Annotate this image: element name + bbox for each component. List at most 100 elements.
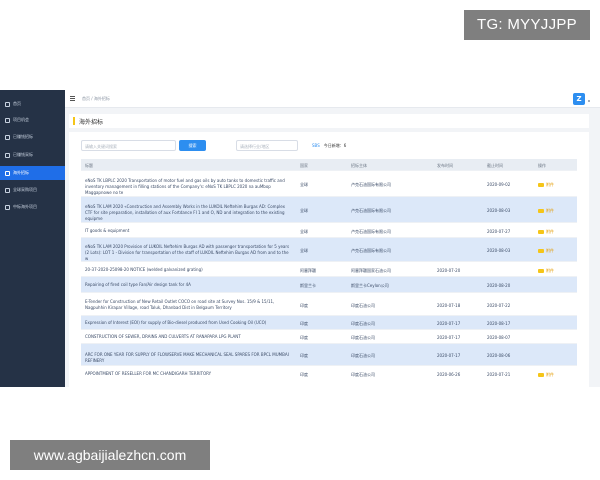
search-input[interactable]: 请输入关键词搜索 <box>81 140 176 151</box>
watermark-top: TG: MYYJJPP <box>464 10 590 40</box>
table-row[interactable]: E-Tender for Construction of New Retail … <box>81 292 577 315</box>
row-title[interactable]: Expression of Interest (EOI) for supply … <box>85 320 293 326</box>
title-accent <box>73 117 75 125</box>
sidebar-item-label: 全球采购项目 <box>13 187 37 192</box>
row-pub-date: 2020-07-20 <box>437 267 461 273</box>
row-country: 印度 <box>300 335 308 340</box>
table-row[interactable]: Expression of Interest (EOI) for supply … <box>81 315 577 329</box>
row-title[interactable]: 20-37-2020-25098-20 NOTICE (welded galva… <box>85 267 293 273</box>
row-title[interactable]: Repairing of fired coil type Fan/Air des… <box>85 282 293 288</box>
row-title[interactable]: ARC FOR ONE YEAR FOR SUPPLY OF FLOWSERVE… <box>85 352 293 364</box>
row-country: 印度 <box>300 321 308 326</box>
row-title[interactable]: APPOINTMENT OF RESELLER FOR MC CHANDIGAR… <box>85 371 293 377</box>
sidebar-item-label: 项目机会 <box>13 117 29 122</box>
sidebar-item[interactable]: 全球采购项目 <box>0 183 65 197</box>
menu-item-icon <box>5 101 10 107</box>
attachment-link[interactable]: 附件 <box>538 268 573 274</box>
row-deadline: 2020-08-20 <box>487 283 511 288</box>
row-country: 全球 <box>300 208 308 213</box>
sidebar-item[interactable]: 项目机会 <box>0 113 65 127</box>
row-title[interactable]: IT goods & equipment <box>85 228 293 234</box>
row-deadline: 2020-08-03 <box>487 208 511 213</box>
row-country: 全球 <box>300 228 308 234</box>
menu-item-icon <box>5 170 10 176</box>
attachment-link[interactable]: 附件 <box>538 248 573 254</box>
row-org: 卢克石油国际有限公司 <box>351 228 391 234</box>
attachment-label: 附件 <box>546 248 554 253</box>
row-title[interactable]: eNoS TK LAM 2020 Provision of LUKOIL Nef… <box>85 244 293 262</box>
folder-icon <box>538 372 544 377</box>
folder-icon <box>538 249 544 253</box>
app-logo[interactable]: Z <box>573 93 585 105</box>
sidebar-item[interactable]: 已赚钱招标 <box>0 130 65 144</box>
table-row[interactable]: CONSTRUCTION OF SEWER, DRAINS AND CULVER… <box>81 329 577 343</box>
sidebar-item-label: 海外招标 <box>13 170 29 175</box>
attachment-link[interactable]: 附件 <box>538 372 573 378</box>
col-pub: 发布时间 <box>437 163 453 168</box>
today-count: SBS 今日新增：6 <box>312 143 346 149</box>
menu-icon[interactable] <box>70 96 75 101</box>
row-country: 斯里兰卡 <box>300 283 316 288</box>
col-action: 操作 <box>538 163 546 168</box>
table-row[interactable]: Repairing of fired coil type Fan/Air des… <box>81 276 577 292</box>
attachment-link[interactable]: 附件 <box>538 182 573 188</box>
attachment-label: 附件 <box>546 228 554 234</box>
folder-icon <box>538 268 544 273</box>
col-country: 国家 <box>300 163 308 168</box>
table-row[interactable]: IT goods & equipment 全球 卢克石油国际有限公司 2020-07-… <box>81 222 577 237</box>
today-link[interactable]: SBS <box>312 143 320 148</box>
row-deadline: 2020-09-02 <box>487 182 511 187</box>
tender-table: 标题 国家 招标主体 发布时间 截止时间 操作 eNoS TK LBPLC 20… <box>81 159 577 377</box>
watermark-bottom: www.agbaijialezhcn.com <box>10 440 210 470</box>
sidebar-item[interactable]: 已赚钱采标 <box>0 148 65 162</box>
table-row[interactable]: eNoS TK LAM 2020 «Construction and Assem… <box>81 196 577 222</box>
sidebar-item[interactable]: 中标海外项目 <box>0 200 65 214</box>
folder-icon <box>538 229 544 234</box>
menu-item-icon <box>5 134 10 140</box>
col-org: 招标主体 <box>351 163 367 168</box>
row-org: 印度石油公司 <box>351 335 375 340</box>
row-country: 阿塞拜疆 <box>300 267 316 273</box>
sidebar-item[interactable]: 首页 <box>0 97 65 111</box>
row-org: 印度石油公司 <box>351 302 375 308</box>
row-pub-date: 2020-07-17 <box>437 353 461 358</box>
sidebar-item-label: 已赚钱采标 <box>13 152 33 157</box>
row-deadline: 2020-07-22 <box>487 302 511 308</box>
menu-item-icon <box>5 117 10 123</box>
row-org: 卢克石油国际有限公司 <box>351 248 391 253</box>
row-org: 卢克石油国际有限公司 <box>351 182 391 187</box>
user-menu-dot[interactable] <box>588 100 590 102</box>
col-title: 标题 <box>85 163 93 168</box>
row-country: 全球 <box>300 248 308 253</box>
menu-item-icon <box>5 187 10 193</box>
menu-item-icon <box>5 204 10 210</box>
table-row[interactable]: eNoS TK LAM 2020 Provision of LUKOIL Nef… <box>81 237 577 261</box>
sidebar-item-label: 已赚钱招标 <box>13 134 33 139</box>
row-title[interactable]: CONSTRUCTION OF SEWER, DRAINS AND CULVER… <box>85 334 293 340</box>
row-org: 印度石油公司 <box>351 353 375 358</box>
table-row[interactable]: ARC FOR ONE YEAR FOR SUPPLY OF FLOWSERVE… <box>81 343 577 365</box>
table-row[interactable]: eNoS TK LBPLC 2020 Transportation of mot… <box>81 170 577 196</box>
today-label: 今日新增：6 <box>323 143 347 148</box>
row-title[interactable]: eNoS TK LBPLC 2020 Transportation of mot… <box>85 178 293 196</box>
row-country: 印度 <box>300 371 308 377</box>
table-row[interactable]: 20-37-2020-25098-20 NOTICE (welded galva… <box>81 261 577 276</box>
app-window: 首页 项目机会 已赚钱招标 已赚钱采标 海外招标 全球采购项目 中标海外项目 首页 / 海外… <box>0 90 600 387</box>
folder-icon <box>538 183 544 187</box>
row-org: 印度石油公司 <box>351 371 375 377</box>
page-titlebar: 海外招标 <box>69 114 589 128</box>
row-org: 阿塞拜疆国家石油公司 <box>351 267 391 273</box>
row-title[interactable]: E-Tender for Construction of New Retail … <box>85 299 293 311</box>
search-button[interactable]: 搜索 <box>179 140 206 151</box>
attachment-label: 附件 <box>546 267 554 273</box>
sidebar-item[interactable]: 海外招标 <box>0 166 65 180</box>
attachment-link[interactable]: 附件 <box>538 229 573 235</box>
row-title[interactable]: eNoS TK LAM 2020 «Construction and Assem… <box>85 204 293 222</box>
filter-select[interactable]: 请选择行业/地区 <box>236 140 298 151</box>
attachment-link[interactable]: 附件 <box>538 208 573 214</box>
page-title: 海外招标 <box>79 119 104 126</box>
menu-item-icon <box>5 152 10 158</box>
table-row[interactable]: APPOINTMENT OF RESELLER FOR MC CHANDIGAR… <box>81 365 577 380</box>
row-deadline: 2020-08-17 <box>487 321 511 326</box>
row-country: 印度 <box>300 302 308 308</box>
